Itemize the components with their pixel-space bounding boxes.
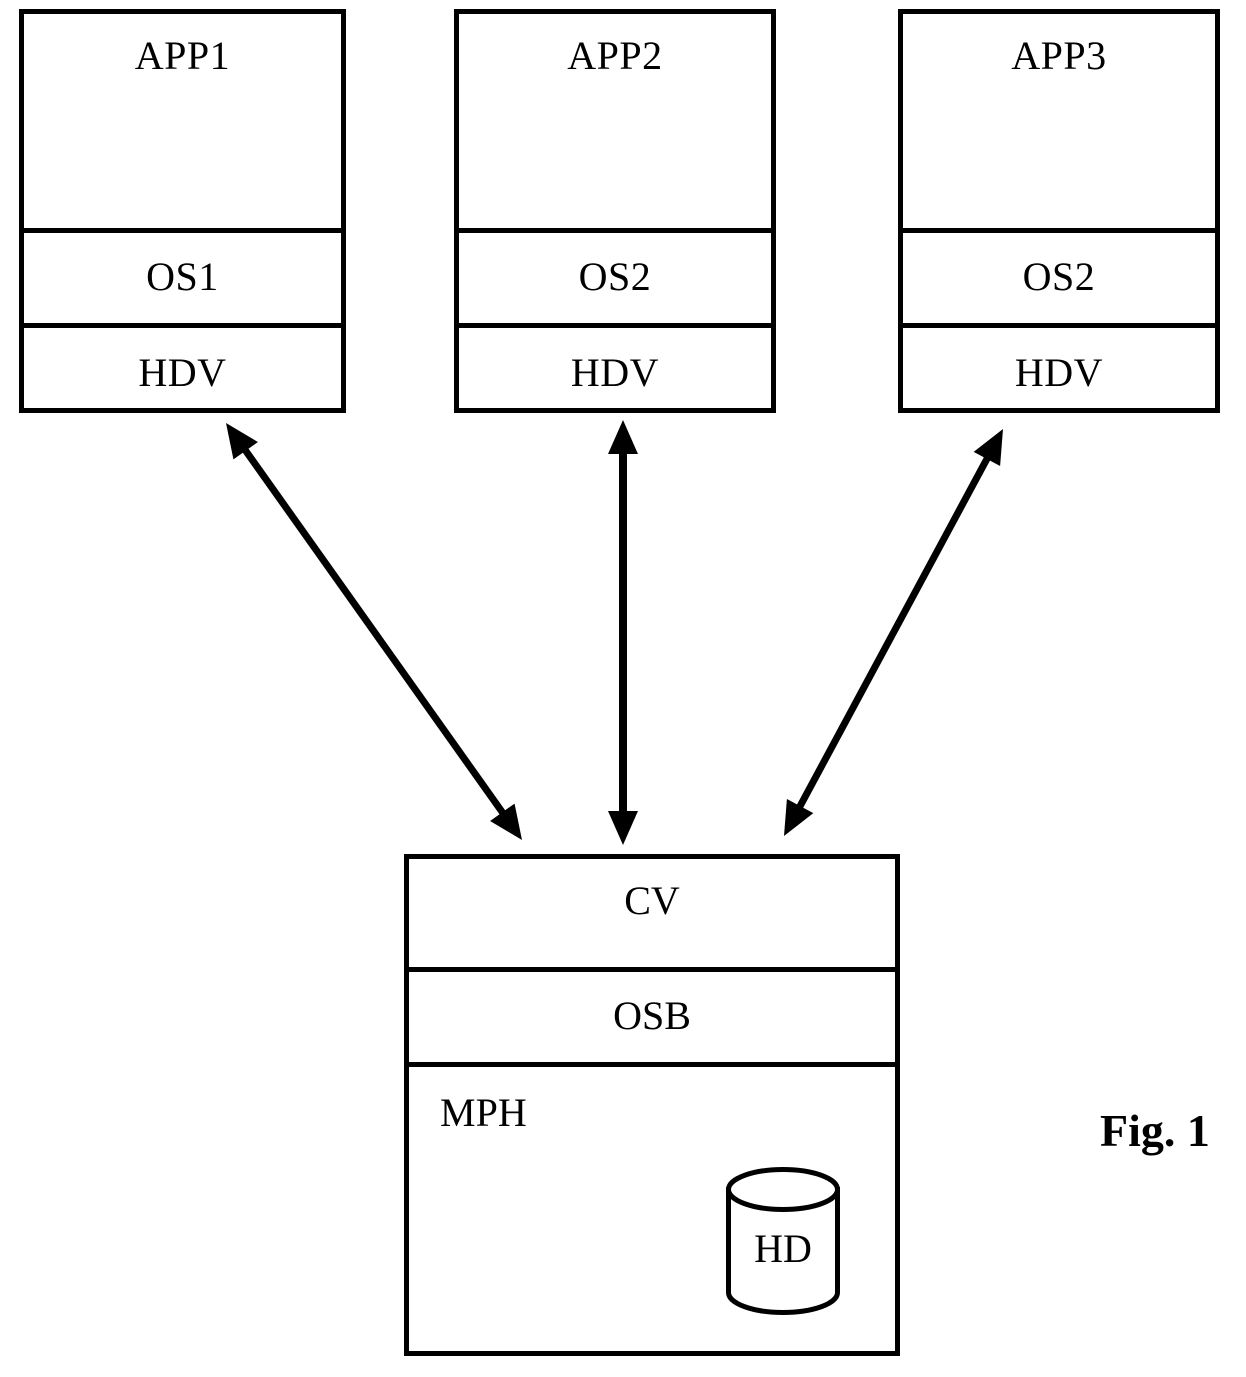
host-osb-cell: OSB: [409, 967, 895, 1062]
vm-stack-1: APP1 OS1 HDV: [19, 9, 346, 413]
host-mph-label: MPH: [440, 1090, 527, 1135]
host-osb-label: OSB: [613, 993, 691, 1038]
host-cv-label: CV: [624, 878, 680, 923]
vm-stack-1-hdv-cell: HDV: [24, 323, 341, 418]
vm-stack-2-app-cell: APP2: [459, 14, 771, 228]
vm-stack-3-os-label: OS2: [1022, 254, 1096, 299]
vm-stack-1-app-label: APP1: [134, 33, 231, 78]
vm-stack-1-os-label: OS1: [146, 254, 219, 299]
vm-stack-2-os-cell: OS2: [459, 228, 771, 323]
vm-stack-2-app-label: APP2: [567, 33, 663, 78]
figure-caption: Fig. 1: [1100, 1105, 1210, 1156]
vm-stack-3-hdv-label: HDV: [1014, 350, 1104, 395]
vm-stack-2-os-label: OS2: [578, 254, 652, 299]
vm-stack-3: APP3 OS2 HDV: [898, 9, 1220, 413]
host-cv-cell: CV: [409, 859, 895, 967]
hard-disk-cylinder-icon: HD: [726, 1167, 840, 1315]
hard-disk-shape: [726, 1167, 840, 1315]
vm-stack-2: APP2 OS2 HDV: [454, 9, 776, 413]
vm-stack-3-hdv-cell: HDV: [903, 323, 1215, 418]
vm-stack-1-app-cell: APP1: [24, 14, 341, 228]
vm-stack-3-app-label: APP3: [1011, 33, 1107, 78]
vm-stack-2-hdv-cell: HDV: [459, 323, 771, 418]
vm-stack-2-hdv-label: HDV: [570, 350, 660, 395]
vm-stack-3-os-cell: OS2: [903, 228, 1215, 323]
vm-stack-1-hdv-label: HDV: [138, 350, 227, 395]
vm-stack-3-app-cell: APP3: [903, 14, 1215, 228]
figure-canvas: APP1 OS1 HDV APP2 OS2 HDV APP3 OS2 HDV C…: [0, 0, 1246, 1377]
vm-stack-1-os-cell: OS1: [24, 228, 341, 323]
